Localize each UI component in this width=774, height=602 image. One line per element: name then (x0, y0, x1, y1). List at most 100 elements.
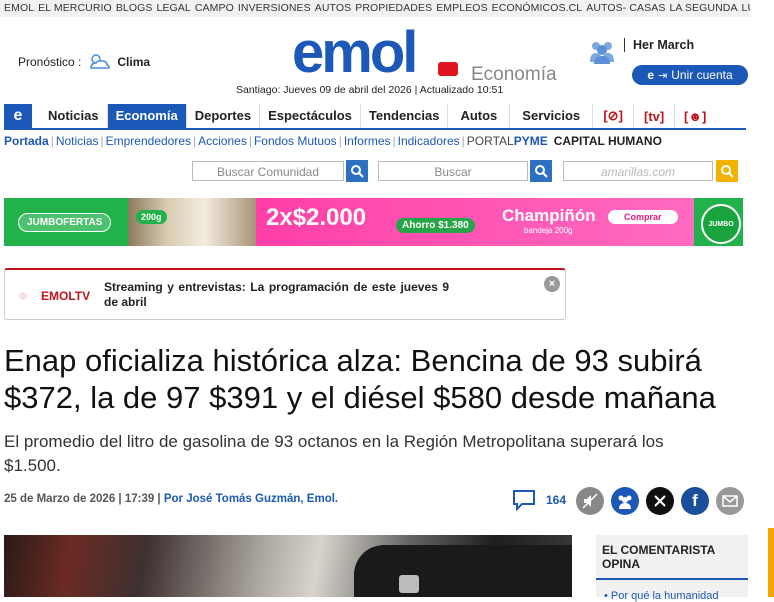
main-search-button[interactable] (530, 160, 552, 182)
email-share-button[interactable] (716, 487, 744, 515)
x-share-button[interactable] (646, 487, 674, 515)
top-link[interactable]: LA SEGUNDA (669, 2, 737, 14)
nav-autos[interactable]: Autos (448, 104, 511, 128)
community-share-button[interactable] (611, 487, 639, 515)
comentarista-teaser[interactable]: • Por qué la humanidad (604, 590, 719, 602)
community-media-icon[interactable]: [☻] (675, 104, 715, 128)
logo-dot (438, 62, 458, 76)
subnav-informes[interactable]: Informes (344, 134, 391, 148)
comentarista-title: EL COMENTARISTA OPINA (602, 543, 715, 571)
top-link[interactable]: EMPLEOS (436, 2, 487, 14)
emol-logo[interactable]: emol (292, 20, 458, 85)
nav-noticias[interactable]: Noticias (40, 104, 108, 128)
article-headline: Enap oficializa histórica alza: Bencina … (4, 343, 716, 415)
ad-ahorro: Ahorro $1.380 (396, 218, 475, 233)
top-link[interactable]: EL MERCURIO (38, 2, 112, 14)
ad-weight: 200g (136, 210, 167, 224)
community-search-input[interactable]: Buscar Comunidad (192, 161, 344, 181)
community-icon[interactable] (588, 38, 616, 69)
subnav-indicadores[interactable]: Indicadores (398, 134, 460, 148)
top-link[interactable]: EMOL (4, 2, 34, 14)
comentarista-box: EL COMENTARISTA OPINA • Por qué la human… (596, 535, 748, 602)
jumbo-ad-banner[interactable]: JUMBOFERTAS 200g 2x$2.000 Ahorro $1.380 … (4, 198, 743, 246)
ad-comprar-button[interactable]: Comprar (608, 210, 678, 224)
sub-nav: Portada | Noticias | Emprendedores | Acciones |… (4, 134, 662, 148)
weather-icon (90, 54, 111, 69)
capital-humano-link[interactable]: CAPITAL HUMANO (554, 134, 662, 148)
main-nav: e Noticias Economía Deportes Espectáculo… (4, 104, 746, 130)
edge-accent (768, 528, 774, 597)
article-date: 25 de Marzo de 2026 | 17:39 | (4, 493, 161, 505)
weather-forecast[interactable]: Pronóstico : Clima (18, 52, 150, 72)
amarillas-search-input[interactable]: amarillas.com (563, 161, 713, 181)
ad-package: bandeja 200g (524, 226, 573, 235)
article-byline: 25 de Marzo de 2026 | 17:39 | Por José T… (4, 493, 338, 505)
article-photo (4, 535, 572, 597)
login-arrow-icon: ⇥ (658, 69, 668, 82)
car-shape (354, 545, 572, 597)
article-lead: El promedio del litro de gasolina de 93 … (4, 432, 664, 475)
top-links-bar: EMOL EL MERCURIO BLOGS LEGAL CAMPO INVERSIONE… (0, 0, 750, 17)
search-icon (351, 165, 364, 178)
home-e-icon[interactable]: e (4, 104, 32, 128)
nav-deportes[interactable]: Deportes (187, 104, 261, 128)
amarillas-search-button[interactable] (716, 160, 738, 182)
top-link[interactable]: LEGAL (157, 2, 191, 14)
facebook-icon: f (692, 491, 698, 510)
e-icon: e (647, 68, 655, 82)
emoltv-alert[interactable]: EMOLTV Streaming y entrevistas: La progr… (4, 268, 566, 320)
unir-cuenta-button[interactable]: e ⇥ Unir cuenta (632, 65, 748, 85)
top-link[interactable]: CAMPO (195, 2, 234, 14)
subnav-noticias[interactable]: Noticias (56, 134, 99, 148)
top-link[interactable]: INVERSIONES (238, 2, 311, 14)
facebook-share-button[interactable]: f (681, 487, 709, 515)
top-link[interactable]: PROPIEDADES (355, 2, 432, 14)
top-link[interactable]: BLOGS (116, 2, 153, 14)
alert-text[interactable]: Streaming y entrevistas: La programación… (104, 280, 449, 310)
subnav-portada[interactable]: Portada (4, 134, 49, 148)
tv-icon[interactable]: [tv] (634, 104, 676, 128)
article-author[interactable]: Por José Tomás Guzmán, Emol. (164, 493, 338, 505)
nav-espectaculos[interactable]: Espectáculos (260, 104, 361, 128)
subnav-fondos[interactable]: Fondos Mutuos (254, 134, 337, 148)
close-icon[interactable]: × (544, 276, 560, 292)
portal-pyme-link[interactable]: PORTALPYME (467, 134, 548, 148)
clima-link[interactable]: Clima (117, 55, 150, 69)
subnav-acciones[interactable]: Acciones (198, 134, 247, 148)
top-link[interactable]: ECONÓMICOS.CL (492, 2, 583, 14)
comment-count: 164 (546, 493, 567, 507)
live-dot-icon (19, 292, 27, 300)
mirror-shape (399, 575, 419, 593)
top-link[interactable]: AUTOS- CASAS (586, 2, 665, 14)
nav-economia[interactable]: Economía (107, 104, 187, 128)
section-name: Economía (471, 64, 557, 85)
username[interactable]: Her March (633, 38, 694, 52)
title-rule (596, 578, 748, 580)
speaker-off-icon (582, 493, 598, 509)
logo-text: emol (292, 20, 418, 85)
nav-servicios[interactable]: Servicios (510, 104, 594, 128)
envelope-icon (722, 495, 738, 507)
community-search-button[interactable] (346, 160, 368, 182)
listen-mute-button[interactable] (576, 487, 604, 515)
radio-icon[interactable]: [⊘] (593, 104, 635, 128)
search-icon (721, 165, 734, 178)
comment-icon (513, 490, 535, 511)
comments-link[interactable]: 164 (512, 489, 566, 511)
user-box: Her March (624, 38, 694, 52)
ad-price: 2x$2.000 (266, 204, 367, 231)
dateline: Santiago: Jueves 09 de abril del 2026 | … (236, 84, 504, 96)
subnav-emprendedores[interactable]: Emprendedores (106, 134, 191, 148)
jumbo-logo: JUMBO (701, 204, 741, 244)
ad-product: Champiñón (502, 206, 596, 225)
alert-label: EMOLTV (41, 289, 91, 303)
nav-tendencias[interactable]: Tendencias (361, 104, 449, 128)
main-search-input[interactable]: Buscar (378, 161, 528, 181)
top-link[interactable]: AUTOS (315, 2, 351, 14)
search-icon (535, 165, 548, 178)
forecast-label: Pronóstico : (18, 55, 82, 69)
unir-cuenta-label: Unir cuenta (671, 68, 733, 82)
ad-tag: JUMBOFERTAS (18, 213, 112, 232)
people-icon (618, 495, 632, 509)
top-link[interactable]: LUN (742, 2, 750, 14)
